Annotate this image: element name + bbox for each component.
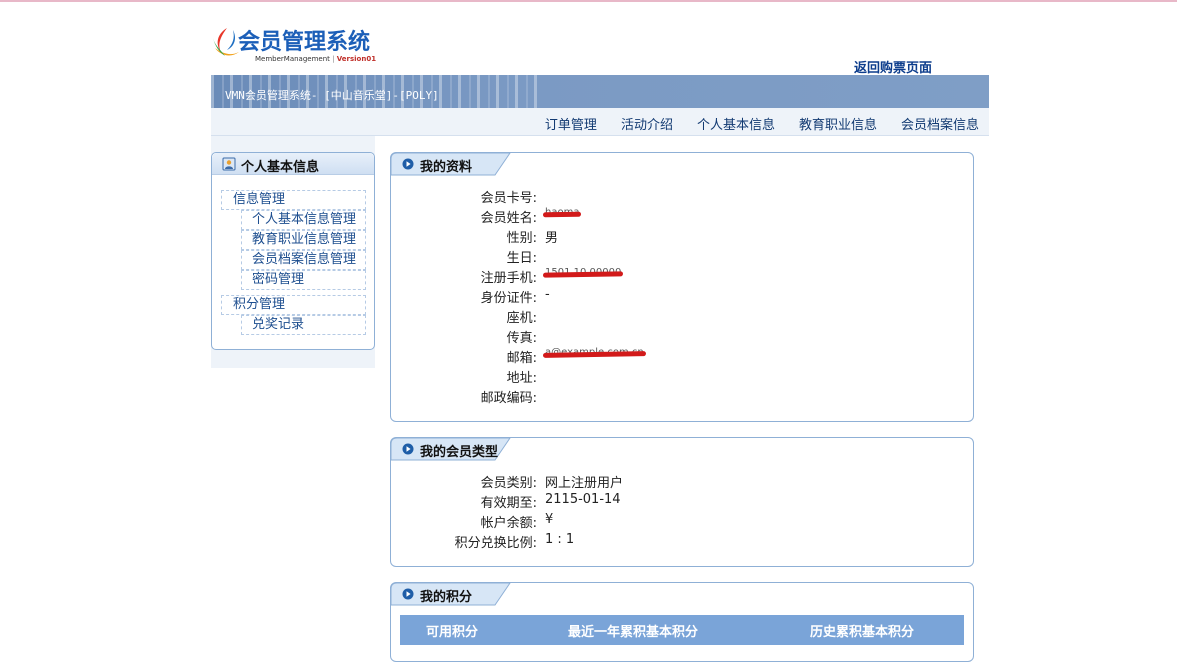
- field-row: 邮箱: a@example.com.cn: [391, 347, 975, 367]
- sidebar-header: 个人基本信息: [212, 153, 374, 175]
- play-bullet-icon: [402, 588, 414, 600]
- field-row: 帐户余额: ¥: [391, 512, 975, 532]
- field-row: 注册手机: 1501 10 00000: [391, 267, 975, 287]
- back-to-ticketing-link[interactable]: 返回购票页面: [854, 57, 932, 76]
- play-bullet-icon: [402, 443, 414, 455]
- sidebar-item-member-archive[interactable]: 会员档案信息管理: [241, 250, 366, 270]
- field-label: 传真:: [506, 331, 537, 346]
- field-row: 性别: 男: [391, 227, 975, 247]
- field-label: 地址:: [506, 371, 537, 386]
- field-value: 1 : 1: [545, 532, 575, 547]
- logo-title: 会员管理系统: [238, 30, 371, 55]
- field-label: 邮箱:: [506, 351, 537, 366]
- field-label: 积分兑换比例:: [454, 536, 537, 551]
- sidebar-item-redemption-records[interactable]: 兑奖记录: [241, 315, 366, 335]
- profile-panel: 我的资料 会员卡号: 会员姓名: haoma 性别: 男 生日: 注册手机: 1…: [390, 152, 974, 422]
- field-label: 帐户余额:: [480, 516, 537, 531]
- column-historical-points: 历史累积基本积分: [810, 625, 915, 640]
- field-row: 邮政编码:: [391, 387, 975, 407]
- logo-subtitle: MemberManagement | Version01: [255, 55, 377, 63]
- points-panel-title: 我的积分: [420, 590, 473, 605]
- logo: 会员管理系统 MemberManagement | Version01: [211, 24, 376, 68]
- field-value: -: [545, 287, 550, 302]
- sidebar-group-info-management[interactable]: 信息管理: [221, 190, 366, 210]
- banner-title: VMN会员管理系统- [中山音乐堂]-[POLY]: [225, 89, 439, 102]
- field-label: 有效期至:: [480, 496, 537, 511]
- nav-personal-info[interactable]: 个人基本信息: [697, 114, 775, 133]
- field-label: 邮政编码:: [480, 391, 537, 406]
- membership-panel-title: 我的会员类型: [420, 445, 499, 460]
- nav-activities[interactable]: 活动介绍: [621, 114, 673, 133]
- nav-member-archive[interactable]: 会员档案信息: [901, 114, 979, 133]
- field-row: 会员类别: 网上注册用户: [391, 472, 975, 492]
- points-panel-tab: 我的积分: [391, 583, 511, 606]
- sidebar-item-education-career[interactable]: 教育职业信息管理: [241, 230, 366, 250]
- field-row: 有效期至: 2115-01-14: [391, 492, 975, 512]
- field-label: 生日:: [506, 251, 537, 266]
- field-value-redacted: a@example.com.cn: [545, 347, 644, 358]
- field-row: 会员姓名: haoma: [391, 207, 975, 227]
- field-label: 会员卡号:: [480, 191, 537, 206]
- membership-panel-tab: 我的会员类型: [391, 438, 511, 461]
- logo-swirl-icon: [213, 28, 239, 56]
- field-label: 会员类别:: [480, 476, 537, 491]
- top-nav: 订单管理 活动介绍 个人基本信息 教育职业信息 会员档案信息: [211, 108, 989, 136]
- logo-version: Version01: [336, 55, 377, 63]
- column-last-year-points: 最近一年累积基本积分: [568, 625, 699, 640]
- field-value-redacted: haoma: [545, 207, 580, 218]
- field-label: 会员姓名:: [480, 211, 537, 226]
- profile-panel-title: 我的资料: [420, 160, 473, 175]
- sidebar-item-password[interactable]: 密码管理: [241, 270, 366, 290]
- page: 会员管理系统 MemberManagement | Version01 返回购票…: [211, 0, 989, 662]
- field-value: 2115-01-14: [545, 492, 621, 507]
- profile-panel-tab: 我的资料: [391, 153, 511, 176]
- field-value: 网上注册用户: [545, 476, 624, 491]
- field-label: 座机:: [506, 311, 537, 326]
- column-available-points: 可用积分: [426, 625, 479, 640]
- field-row: 身份证件: -: [391, 287, 975, 307]
- field-row: 积分兑换比例: 1 : 1: [391, 532, 975, 552]
- sidebar-group-points-management[interactable]: 积分管理: [221, 295, 366, 315]
- nav-education-career[interactable]: 教育职业信息: [799, 114, 877, 133]
- points-table-header: 可用积分 最近一年累积基本积分 历史累积基本积分: [400, 615, 964, 645]
- points-panel: 我的积分 可用积分 最近一年累积基本积分 历史累积基本积分: [390, 582, 974, 662]
- field-row: 传真:: [391, 327, 975, 347]
- membership-panel: 我的会员类型 会员类别: 网上注册用户 有效期至: 2115-01-14 帐户余…: [390, 437, 974, 567]
- banner: VMN会员管理系统- [中山音乐堂]-[POLY]: [211, 75, 989, 108]
- user-card-icon: [222, 157, 236, 171]
- sidebar: 个人基本信息 信息管理 个人基本信息管理 教育职业信息管理 会员档案信息管理 密…: [211, 152, 375, 350]
- logo-subtitle-text: MemberManagement: [255, 55, 330, 63]
- field-value-redacted: 1501 10 00000: [545, 267, 622, 278]
- field-row: 生日:: [391, 247, 975, 267]
- field-row: 会员卡号:: [391, 187, 975, 207]
- field-value: ¥: [545, 512, 554, 527]
- sidebar-title: 个人基本信息: [241, 160, 320, 175]
- field-label: 身份证件:: [480, 291, 537, 306]
- field-row: 座机:: [391, 307, 975, 327]
- field-label: 性别:: [506, 231, 537, 246]
- field-row: 地址:: [391, 367, 975, 387]
- nav-orders[interactable]: 订单管理: [545, 114, 597, 133]
- play-bullet-icon: [402, 158, 414, 170]
- sidebar-item-personal-info[interactable]: 个人基本信息管理: [241, 210, 366, 230]
- field-label: 注册手机:: [480, 271, 537, 286]
- field-value: 男: [545, 231, 559, 246]
